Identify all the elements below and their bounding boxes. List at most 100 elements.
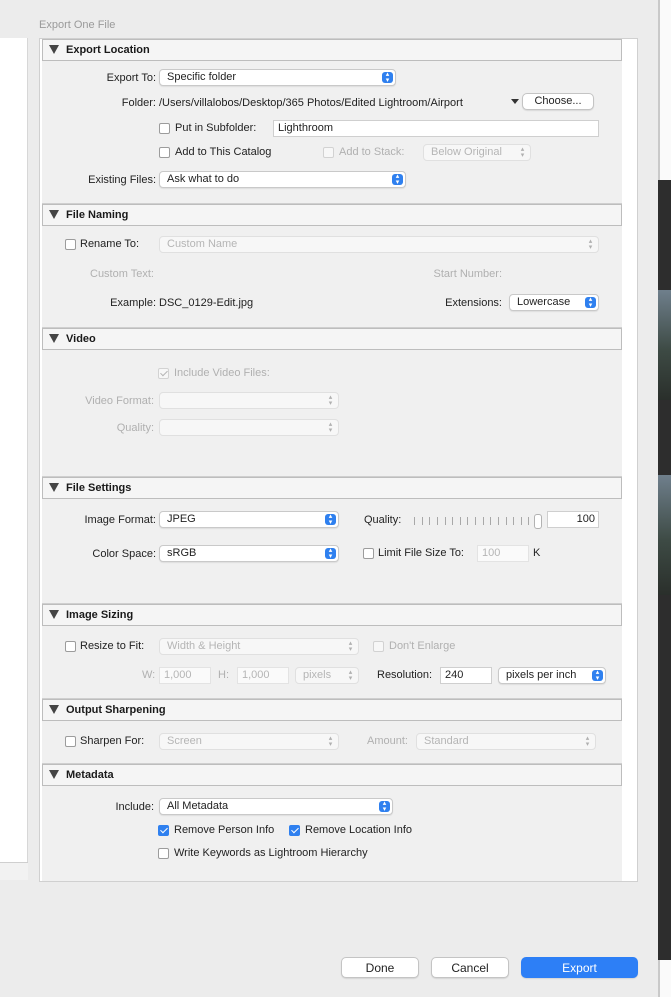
disclosure-triangle-icon	[49, 334, 59, 343]
image-format-select[interactable]: JPEG	[159, 511, 339, 528]
section-metadata: Metadata Include: All Metadata Remove Pe…	[42, 764, 622, 881]
write-keywords-checkbox[interactable]	[158, 848, 169, 859]
remove-location-info-label: Remove Location Info	[305, 824, 413, 836]
export-to-select[interactable]: Specific folder	[159, 69, 396, 86]
color-space-select[interactable]: sRGB	[159, 545, 339, 562]
export-button[interactable]: Export	[521, 957, 638, 978]
select-stepper-icon	[325, 395, 336, 406]
start-number-label: Start Number:	[433, 268, 502, 280]
slider-tick	[452, 517, 453, 525]
sharpen-target-select[interactable]: Screen	[159, 733, 339, 750]
width-input[interactable]: 1,000	[159, 667, 211, 684]
rename-label: Rename To:	[80, 238, 140, 250]
disclosure-triangle-icon	[49, 45, 59, 54]
rename-checkbox[interactable]	[65, 239, 76, 250]
add-to-stack-label: Add to Stack:	[339, 146, 405, 158]
folder-label: Folder:	[121, 97, 156, 109]
video-format-label: Video Format:	[85, 395, 154, 407]
select-stepper-icon	[585, 297, 596, 308]
add-to-catalog-label: Add to This Catalog	[175, 146, 272, 158]
limit-file-size-checkbox[interactable]	[363, 548, 374, 559]
section-video: Video Include Video Files: Video Format:…	[42, 328, 622, 477]
file-size-unit: K	[533, 547, 541, 559]
slider-tick	[521, 517, 522, 525]
cancel-button[interactable]: Cancel	[431, 957, 509, 978]
slider-tick	[483, 517, 484, 525]
quality-slider[interactable]	[414, 514, 544, 529]
slider-tick	[422, 517, 423, 525]
amount-label: Amount:	[367, 735, 408, 747]
choose-folder-button[interactable]: Choose...	[522, 93, 594, 110]
section-export-location: Export Location Export To: Specific fold…	[42, 39, 622, 204]
select-stepper-icon	[585, 239, 596, 250]
done-button[interactable]: Done	[341, 957, 419, 978]
folder-history-arrow-icon[interactable]	[511, 99, 519, 104]
sharpen-amount-select[interactable]: Standard	[416, 733, 596, 750]
video-quality-select[interactable]	[159, 419, 339, 436]
disclosure-triangle-icon	[49, 210, 59, 219]
background-window-right	[658, 0, 671, 997]
quality-input[interactable]: 100	[547, 511, 599, 528]
section-header-file-naming[interactable]: File Naming	[42, 204, 622, 226]
section-header-image-sizing[interactable]: Image Sizing	[42, 604, 622, 626]
dont-enlarge-label: Don't Enlarge	[389, 640, 456, 652]
extensions-select[interactable]: Lowercase	[509, 294, 599, 311]
quality-slider-thumb[interactable]	[534, 514, 542, 529]
existing-files-select[interactable]: Ask what to do	[159, 171, 406, 188]
example-label: Example:	[110, 297, 156, 309]
resize-to-fit-checkbox[interactable]	[65, 641, 76, 652]
dont-enlarge-checkbox[interactable]	[373, 641, 384, 652]
custom-text-label: Custom Text:	[90, 268, 154, 280]
section-header-export-location[interactable]: Export Location	[42, 39, 622, 61]
select-stepper-icon	[392, 174, 403, 185]
include-video-label: Include Video Files:	[174, 367, 270, 379]
limit-file-size-label: Limit File Size To:	[378, 547, 464, 559]
disclosure-triangle-icon	[49, 705, 59, 714]
metadata-include-select[interactable]: All Metadata	[159, 798, 393, 815]
resize-mode-select[interactable]: Width & Height	[159, 638, 359, 655]
section-header-file-settings[interactable]: File Settings	[42, 477, 622, 499]
select-stepper-icon	[382, 72, 393, 83]
subfolder-checkbox[interactable]	[159, 123, 170, 134]
write-keywords-label: Write Keywords as Lightroom Hierarchy	[174, 847, 368, 859]
extensions-label: Extensions:	[445, 297, 502, 309]
select-stepper-icon	[345, 641, 356, 652]
select-stepper-icon	[325, 548, 336, 559]
disclosure-triangle-icon	[49, 483, 59, 492]
remove-person-info-checkbox[interactable]	[158, 825, 169, 836]
resolution-input[interactable]: 240	[440, 667, 492, 684]
select-stepper-icon	[345, 670, 356, 681]
rename-template-select[interactable]: Custom Name	[159, 236, 599, 253]
remove-location-info-checkbox[interactable]	[289, 825, 300, 836]
include-video-checkbox[interactable]	[158, 368, 169, 379]
metadata-include-label: Include:	[115, 801, 154, 813]
image-format-label: Image Format:	[84, 514, 156, 526]
section-file-settings: File Settings Image Format: JPEG Quality…	[42, 477, 622, 604]
size-units-select[interactable]: pixels	[295, 667, 359, 684]
select-stepper-icon	[582, 736, 593, 747]
dialog-title: Export One File	[39, 19, 116, 31]
resolution-units-select[interactable]: pixels per inch	[498, 667, 606, 684]
add-to-stack-checkbox[interactable]	[323, 147, 334, 158]
stack-position-select[interactable]: Below Original	[423, 144, 531, 161]
subfolder-input[interactable]: Lighthroom	[273, 120, 599, 137]
section-header-video[interactable]: Video	[42, 328, 622, 350]
subfolder-label: Put in Subfolder:	[175, 122, 257, 134]
slider-tick	[467, 517, 468, 525]
disclosure-triangle-icon	[49, 770, 59, 779]
sharpen-for-label: Sharpen For:	[80, 735, 145, 747]
section-file-naming: File Naming Rename To: Custom Name Custo…	[42, 204, 622, 328]
slider-tick	[475, 517, 476, 525]
example-filename: DSC_0129-Edit.jpg	[159, 297, 254, 309]
video-format-select[interactable]	[159, 392, 339, 409]
resolution-label: Resolution:	[377, 669, 433, 681]
height-input[interactable]: 1,000	[237, 667, 289, 684]
limit-file-size-input[interactable]: 100	[477, 545, 529, 562]
slider-tick	[506, 517, 507, 525]
sharpen-for-checkbox[interactable]	[65, 736, 76, 747]
section-header-output-sharpening[interactable]: Output Sharpening	[42, 699, 622, 721]
disclosure-triangle-icon	[49, 610, 59, 619]
section-header-metadata[interactable]: Metadata	[42, 764, 622, 786]
export-to-label: Export To:	[106, 72, 156, 84]
add-to-catalog-checkbox[interactable]	[159, 147, 170, 158]
